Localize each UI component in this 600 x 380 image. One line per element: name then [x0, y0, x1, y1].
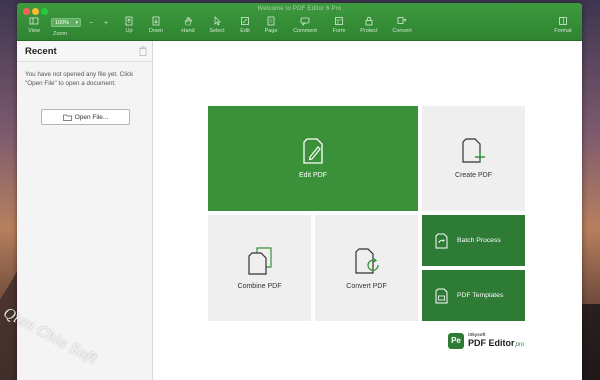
tool-hand[interactable]: Hand: [173, 16, 203, 34]
format-icon: [559, 17, 567, 25]
tool-down[interactable]: Down: [141, 16, 171, 34]
create-pdf-label: Create PDF: [455, 172, 492, 179]
recent-title: Recent: [25, 46, 57, 57]
main-area: Edit PDF Create PDF Combine PDF Convert …: [153, 41, 582, 380]
zoom-label: Zoom: [53, 31, 68, 37]
create-pdf-tile[interactable]: Create PDF: [422, 106, 525, 211]
zoom-out-button[interactable]: −: [89, 20, 93, 27]
sidebar-header: Recent: [17, 41, 152, 62]
view-icon: [29, 17, 39, 25]
view-label: View: [28, 28, 40, 34]
select-cursor-icon: [214, 16, 221, 26]
brand-company: iSkysoft: [468, 332, 486, 337]
brand-product-name: PDF Editor: [468, 338, 515, 348]
comment-icon: [300, 17, 310, 26]
combine-pdf-tile[interactable]: Combine PDF: [208, 215, 311, 321]
zoom-select[interactable]: 100% ▾: [51, 18, 81, 27]
format-label: Format: [554, 28, 572, 34]
edit-pdf-icon: [303, 138, 323, 164]
app-window: Welcome to PDF Editor 6 Pro View 100% ▾ …: [17, 3, 582, 380]
up-arrow-icon: [125, 16, 133, 26]
trash-icon[interactable]: [139, 46, 147, 56]
batch-process-icon: [435, 233, 448, 248]
tool-select-label: Select: [209, 28, 225, 34]
folder-icon: [62, 114, 72, 121]
create-pdf-icon: [461, 138, 485, 163]
chevron-down-icon: ▾: [75, 20, 78, 26]
tool-up[interactable]: Up: [114, 16, 144, 34]
tool-hand-label: Hand: [181, 28, 195, 34]
zoom-in-button[interactable]: +: [104, 20, 108, 27]
window-title: Welcome to PDF Editor 6 Pro: [257, 6, 342, 12]
down-arrow-icon: [152, 16, 160, 26]
edit-icon: [241, 17, 249, 25]
convert-pdf-label: Convert PDF: [346, 282, 387, 290]
tool-form-label: Form: [332, 28, 346, 34]
tool-comment[interactable]: Comment: [290, 16, 320, 34]
tool-down-label: Down: [148, 28, 164, 34]
brand-logo: Pe: [448, 333, 464, 349]
page-icon: [267, 16, 275, 26]
open-file-label: Open File...: [74, 113, 109, 121]
tool-form[interactable]: Form: [324, 16, 354, 34]
brand-edition: pro: [515, 342, 525, 348]
tool-up-label: Up: [125, 28, 133, 34]
batch-process-tile[interactable]: Batch Process: [422, 215, 525, 266]
toolbar: Welcome to PDF Editor 6 Pro View 100% ▾ …: [17, 3, 582, 41]
tool-comment-label: Comment: [293, 28, 317, 34]
tool-page-label: Page: [264, 28, 278, 34]
tool-select[interactable]: Select: [202, 16, 232, 34]
pdf-templates-icon: [435, 288, 448, 303]
convert-pdf-icon: [354, 247, 379, 274]
form-icon: [335, 17, 343, 25]
convert-icon: [397, 17, 407, 24]
pdf-templates-label: PDF Templates: [457, 292, 504, 299]
tool-convert-label: Convert: [392, 28, 412, 34]
batch-process-label: Batch Process: [457, 237, 501, 244]
zoom-value: 100%: [55, 20, 70, 26]
lock-icon: [365, 16, 373, 26]
open-file-button[interactable]: Open File...: [41, 109, 130, 125]
combine-pdf-label: Combine PDF: [237, 282, 282, 290]
tool-protect[interactable]: Protect: [354, 16, 384, 34]
format-button[interactable]: Format: [548, 16, 578, 34]
tool-page[interactable]: Page: [256, 16, 286, 34]
edit-pdf-tile[interactable]: Edit PDF: [208, 106, 418, 211]
empty-recent-message: You have not opened any file yet. Click …: [25, 71, 134, 87]
tool-convert[interactable]: Convert: [387, 16, 417, 34]
view-button[interactable]: View: [19, 16, 49, 34]
brand-product: PDF Editorpro: [468, 338, 524, 348]
hand-icon: [184, 17, 192, 26]
convert-pdf-tile[interactable]: Convert PDF: [315, 215, 418, 321]
combine-pdf-icon: [247, 246, 272, 275]
tool-protect-label: Protect: [360, 28, 378, 34]
edit-pdf-label: Edit PDF: [298, 172, 327, 179]
product-brand: Pe iSkysoft PDF Editorpro: [448, 331, 528, 353]
pdf-templates-tile[interactable]: PDF Templates: [422, 270, 525, 321]
